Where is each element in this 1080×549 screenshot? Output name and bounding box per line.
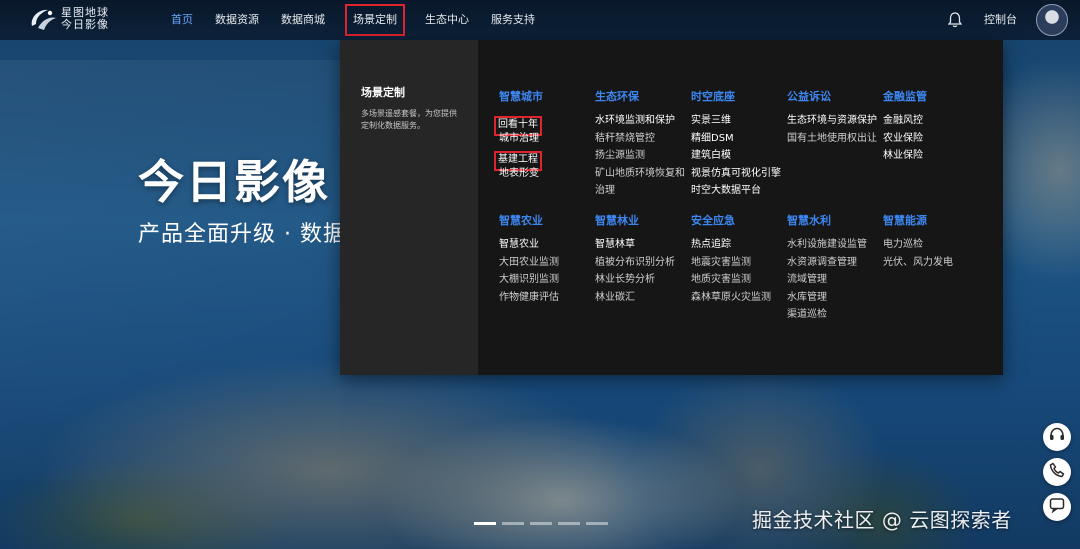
category-item[interactable]: 智慧农业 xyxy=(499,236,595,254)
category-item[interactable]: 矿山地质环境恢复和治理 xyxy=(595,165,691,199)
carousel-dot-4[interactable] xyxy=(558,522,580,525)
category-column: 安全应急热点追踪 地震灾害监测 地质灾害监测 森林草原火灾监测 xyxy=(691,214,787,306)
nav-home[interactable]: 首页 xyxy=(171,0,193,40)
brand-line2: 今日影像 xyxy=(61,18,109,31)
dropdown-categories: 智慧城市 回看十年 城市治理 基建工程 地表形变 生态环保水环境监测和保护 秸秆禁烧管控 扬尘… xyxy=(478,40,1003,375)
category-item[interactable]: 林业碳汇 xyxy=(595,289,691,307)
category-item[interactable]: 大棚识别监测 xyxy=(499,271,595,289)
phone-button[interactable] xyxy=(1043,458,1071,486)
category-column: 智慧水利水利设施建设监管 水资源调查管理 流域管理 水库管理 渠道巡检 xyxy=(787,214,883,324)
nav-service-support[interactable]: 服务支持 xyxy=(491,0,535,40)
category-item[interactable]: 水利设施建设监管 xyxy=(787,236,883,254)
category-title[interactable]: 生态环保 xyxy=(595,90,691,104)
nav-data-mall[interactable]: 数据商城 xyxy=(281,0,325,40)
category-item[interactable]: 国有土地使用权出让 xyxy=(787,130,883,148)
category-item[interactable]: 地表形变 xyxy=(499,165,595,183)
category-item[interactable]: 金融风控 xyxy=(883,112,979,130)
message-button[interactable] xyxy=(1043,493,1071,521)
category-column: 智慧林业智慧林草 植被分布识别分析 林业长势分析 林业碳汇 xyxy=(595,214,691,306)
category-item[interactable]: 生态环境与资源保护 xyxy=(787,112,883,130)
main-nav: 首页 数据资源 数据商城 场景定制 生态中心 服务支持 xyxy=(160,0,546,40)
category-item[interactable]: 秸秆禁烧管控 xyxy=(595,130,691,148)
hero-section: 今日影像 产品全面升级 · 数据全 xyxy=(0,0,340,549)
nav-data-resources[interactable]: 数据资源 xyxy=(215,0,259,40)
category-column: 金融监管金融风控 农业保险 林业保险 xyxy=(883,90,979,165)
carousel-indicators xyxy=(474,522,614,525)
category-title[interactable]: 金融监管 xyxy=(883,90,979,104)
category-item[interactable]: 地震灾害监测 xyxy=(691,254,787,272)
category-item[interactable]: 作物健康评估 xyxy=(499,289,595,307)
category-column: 公益诉讼生态环境与资源保护 国有土地使用权出让 xyxy=(787,90,883,147)
category-item[interactable]: 地质灾害监测 xyxy=(691,271,787,289)
dropdown-title: 场景定制 xyxy=(361,86,405,99)
carousel-dot-5[interactable] xyxy=(586,522,608,525)
hero-title: 今日影像 xyxy=(138,155,330,209)
category-item[interactable]: 大田农业监测 xyxy=(499,254,595,272)
category-item[interactable]: 水环境监测和保护 xyxy=(595,112,691,130)
carousel-dot-2[interactable] xyxy=(502,522,524,525)
nav-ecology-center[interactable]: 生态中心 xyxy=(425,0,469,40)
category-title[interactable]: 时空底座 xyxy=(691,90,787,104)
carousel-dot-3[interactable] xyxy=(530,522,552,525)
category-column: 智慧能源电力巡检 光伏、风力发电 xyxy=(883,214,979,271)
chat-icon xyxy=(1048,496,1066,518)
category-column: 生态环保水环境监测和保护 秸秆禁烧管控 扬尘源监测 矿山地质环境恢复和治理 xyxy=(595,90,691,199)
category-item[interactable]: 视景仿真可视化引擎 xyxy=(691,165,787,183)
category-item[interactable]: 水库管理 xyxy=(787,289,883,307)
headset-icon xyxy=(1048,426,1066,448)
category-item[interactable]: 建筑白模 xyxy=(691,147,787,165)
category-item[interactable]: 热点追踪 xyxy=(691,236,787,254)
scene-custom-dropdown: 场景定制 多场景遥感套餐，为您提供定制化数据服务。 智慧城市 回看十年 城市治理 基建… xyxy=(340,40,1003,375)
category-title[interactable]: 智慧能源 xyxy=(883,214,979,228)
watermark-text: 掘金技术社区 @ 云图探索者 xyxy=(752,508,1012,532)
category-title[interactable]: 安全应急 xyxy=(691,214,787,228)
dropdown-intro: 场景定制 多场景遥感套餐，为您提供定制化数据服务。 xyxy=(340,40,478,375)
category-item[interactable]: 林业长势分析 xyxy=(595,271,691,289)
category-item[interactable]: 精细DSM xyxy=(691,130,787,148)
brand-logo[interactable]: 星图地球 今日影像 xyxy=(28,6,109,32)
logo-icon xyxy=(28,6,58,32)
category-item[interactable]: 农业保险 xyxy=(883,130,979,148)
category-title[interactable]: 智慧林业 xyxy=(595,214,691,228)
top-navigation-bar: 星图地球 今日影像 首页 数据资源 数据商城 场景定制 生态中心 服务支持 控制台 xyxy=(0,0,1080,40)
category-item[interactable]: 时空大数据平台 xyxy=(691,182,787,200)
nav-scene-custom[interactable]: 场景定制 xyxy=(345,4,405,36)
category-item[interactable]: 林业保险 xyxy=(883,147,979,165)
category-title[interactable]: 智慧水利 xyxy=(787,214,883,228)
category-item[interactable]: 植被分布识别分析 xyxy=(595,254,691,272)
category-column: 智慧城市 回看十年 城市治理 基建工程 地表形变 xyxy=(494,90,595,183)
category-item[interactable]: 森林草原火灾监测 xyxy=(691,289,787,307)
dropdown-description: 多场景遥感套餐，为您提供定制化数据服务。 xyxy=(361,109,457,130)
category-item[interactable]: 城市治理 xyxy=(499,130,595,148)
category-title[interactable]: 智慧城市 xyxy=(499,90,595,104)
hero-subtitle: 产品全面升级 · 数据全 xyxy=(138,222,340,247)
category-item[interactable]: 智慧林草 xyxy=(595,236,691,254)
category-item[interactable]: 电力巡检 xyxy=(883,236,979,254)
category-item[interactable]: 实景三维 xyxy=(691,112,787,130)
category-title[interactable]: 智慧农业 xyxy=(499,214,595,228)
user-avatar[interactable] xyxy=(1036,4,1068,36)
category-item[interactable]: 流域管理 xyxy=(787,271,883,289)
bell-icon[interactable] xyxy=(947,12,963,28)
carousel-dot-1[interactable] xyxy=(474,522,496,525)
category-column: 智慧农业 智慧农业 大田农业监测 大棚识别监测 作物健康评估 xyxy=(499,214,595,306)
category-item[interactable]: 扬尘源监测 xyxy=(595,147,691,165)
category-item[interactable]: 光伏、风力发电 xyxy=(883,254,979,272)
category-title[interactable]: 公益诉讼 xyxy=(787,90,883,104)
category-column: 时空底座实景三维 精细DSM 建筑白模 视景仿真可视化引擎 时空大数据平台 xyxy=(691,90,787,200)
customer-service-button[interactable] xyxy=(1043,423,1071,451)
category-item[interactable]: 水资源调查管理 xyxy=(787,254,883,272)
console-link[interactable]: 控制台 xyxy=(984,0,1017,40)
category-item[interactable]: 渠道巡检 xyxy=(787,306,883,324)
phone-icon xyxy=(1048,461,1066,483)
